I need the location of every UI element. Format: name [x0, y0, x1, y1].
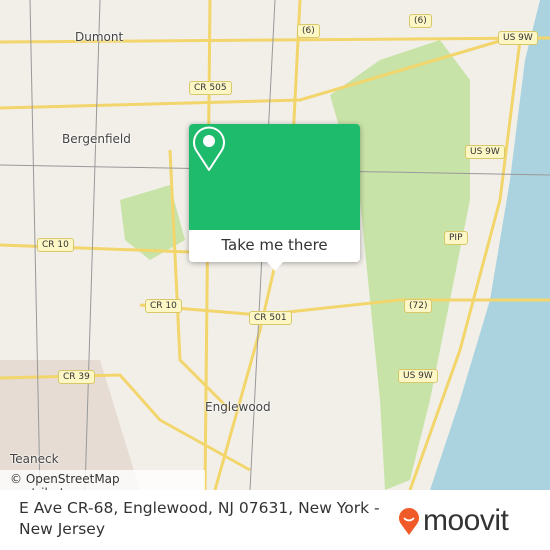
road-shield: CR 501: [249, 311, 292, 325]
take-me-there-popup[interactable]: Take me there: [189, 124, 360, 271]
road-shield: US 9W: [398, 369, 438, 383]
road-shield: (6): [297, 24, 320, 38]
road-shield: PIP: [444, 231, 468, 245]
place-label: Bergenfield: [62, 132, 131, 146]
road-shield: CR 39: [58, 370, 95, 384]
road-shield: CR 10: [37, 238, 74, 252]
place-label: Dumont: [75, 30, 124, 44]
moovit-logo: moovit: [398, 504, 509, 538]
road-shield: (6): [409, 14, 432, 28]
take-me-there-button[interactable]: Take me there: [189, 230, 360, 262]
place-label: Englewood: [205, 400, 271, 414]
map[interactable]: Dumont Bergenfield Englewood Teaneck (6)…: [0, 0, 550, 490]
map-pin-icon: [193, 126, 225, 171]
brand-name: moovit: [423, 504, 509, 537]
popup-pointer: [266, 261, 284, 271]
popup-header: [189, 124, 360, 230]
address-text: E Ave CR-68, Englewood, NJ 07631, New Yo…: [19, 499, 380, 538]
map-attribution[interactable]: © OpenStreetMap contributors: [0, 470, 205, 490]
park-palisades: [330, 40, 470, 490]
place-label: Teaneck: [10, 452, 59, 466]
road-shield: (72): [404, 299, 433, 313]
footer: E Ave CR-68, Englewood, NJ 07631, New Yo…: [0, 490, 550, 550]
road-shield: CR 505: [189, 81, 232, 95]
road-shield: US 9W: [465, 145, 505, 159]
moovit-pin-icon: [399, 508, 419, 535]
road-shield: CR 10: [145, 299, 182, 313]
road-shield: US 9W: [498, 31, 538, 45]
